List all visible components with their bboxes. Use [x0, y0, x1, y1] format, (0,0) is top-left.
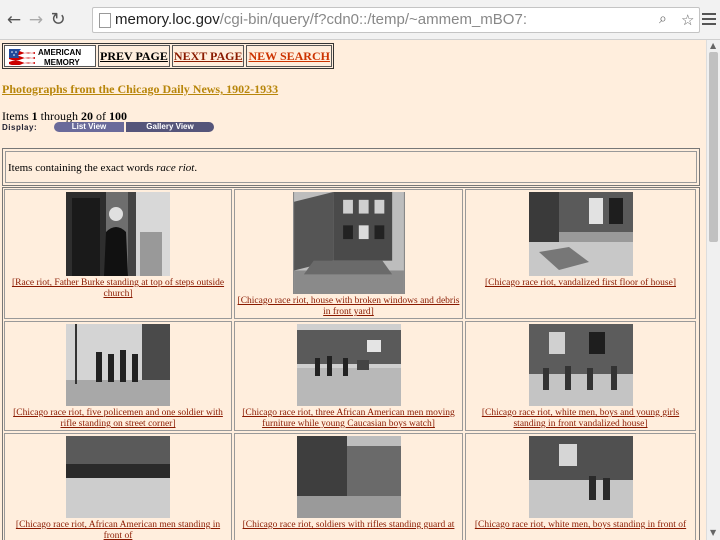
magnifier-icon[interactable]: ⌕ — [659, 11, 667, 27]
gallery-item: [Chicago race riot, white men, boys stan… — [465, 433, 696, 540]
next-page-button[interactable]: NEXT PAGE — [171, 45, 245, 67]
american-memory-logo[interactable]: AMERICAN MEMORY — [4, 45, 96, 67]
items-of: of — [93, 109, 110, 123]
list-view-button[interactable]: List View — [54, 122, 126, 132]
search-note: Items containing the exact words race ri… — [5, 151, 697, 183]
photo-thumbnail[interactable] — [292, 192, 405, 294]
photo-thumbnail[interactable] — [296, 324, 401, 406]
gallery-view-button[interactable]: Gallery View — [126, 122, 214, 132]
scroll-thumb[interactable] — [709, 52, 718, 242]
url-path: /cgi-bin/query/f?cdn0::/temp/~ammem_mBO7… — [219, 11, 527, 28]
hamburger-menu-icon[interactable] — [702, 10, 716, 30]
browser-toolbar: ← → ↻ memory.loc.gov/cgi-bin/query/f?cdn… — [0, 0, 720, 40]
next-page-label: NEXT PAGE — [173, 48, 243, 63]
address-bar[interactable]: memory.loc.gov/cgi-bin/query/f?cdn0::/te… — [92, 7, 700, 33]
items-total: 100 — [109, 109, 128, 123]
photo-caption-link[interactable]: [Chicago race riot, white men, boys and … — [466, 408, 695, 430]
prev-page-label: PREV PAGE — [100, 48, 168, 63]
photo-caption-link[interactable]: [Chicago race riot, soldiers with rifles… — [241, 520, 457, 531]
star-icon[interactable]: ☆ — [681, 11, 694, 29]
url-host: memory.loc.gov — [115, 11, 220, 28]
gallery-item: [Chicago race riot, vandalized first flo… — [465, 189, 696, 319]
display-toggle: Display: List View Gallery View — [2, 122, 214, 132]
gallery-item: [Chicago race riot, three African Americ… — [234, 321, 463, 431]
photo-thumbnail[interactable] — [528, 324, 633, 406]
gallery-grid: [Race riot, Father Burke standing at top… — [2, 187, 700, 540]
photo-caption-link[interactable]: [Chicago race riot, five policemen and o… — [5, 408, 231, 430]
gallery-row: [Chicago race riot, African American men… — [3, 432, 699, 540]
photo-caption-link[interactable]: [Chicago race riot, three African Americ… — [235, 408, 462, 430]
photo-thumbnail[interactable] — [66, 324, 170, 406]
vertical-scrollbar[interactable]: ▲ ▼ — [706, 40, 720, 540]
logo-line-1: AMERICAN — [38, 48, 82, 57]
reload-icon[interactable]: ↻ — [48, 9, 68, 31]
gallery-item: [Race riot, Father Burke standing at top… — [4, 189, 232, 319]
page-icon — [99, 13, 111, 28]
search-note-box: Items containing the exact words race ri… — [2, 148, 700, 186]
gallery-row: [Race riot, Father Burke standing at top… — [3, 188, 699, 320]
search-terms: race riot — [156, 162, 195, 174]
top-navigation: AMERICAN MEMORY PREV PAGE NEXT PAGE NEW … — [2, 43, 334, 69]
new-search-label: NEW SEARCH — [248, 48, 330, 63]
gallery-item: [Chicago race riot, five policemen and o… — [4, 321, 232, 431]
page-content: AMERICAN MEMORY PREV PAGE NEXT PAGE NEW … — [0, 40, 706, 540]
items-through: through — [37, 109, 82, 123]
gallery-item: [Chicago race riot, white men, boys and … — [465, 321, 696, 431]
gallery-item: [Chicago race riot, house with broken wi… — [234, 189, 463, 319]
items-end: 20 — [81, 109, 94, 123]
new-search-button[interactable]: NEW SEARCH — [246, 45, 332, 67]
search-note-suffix: . — [194, 162, 198, 174]
gallery-item: [Chicago race riot, soldiers with rifles… — [234, 433, 463, 540]
flag-icon — [9, 49, 35, 65]
arrow-left-icon[interactable]: ← — [4, 9, 24, 31]
photo-caption-link[interactable]: [Chicago race riot, white men, boys stan… — [473, 520, 688, 531]
photo-thumbnail[interactable] — [296, 436, 401, 518]
photo-thumbnail[interactable] — [528, 192, 633, 276]
photo-caption-link[interactable]: [Chicago race riot, African American men… — [5, 520, 231, 540]
arrow-right-icon[interactable]: → — [26, 9, 46, 31]
scroll-down-icon[interactable]: ▼ — [710, 528, 716, 537]
scroll-up-icon[interactable]: ▲ — [710, 41, 716, 50]
photo-thumbnail[interactable] — [528, 436, 633, 518]
gallery-row: [Chicago race riot, five policemen and o… — [3, 320, 699, 432]
logo-text: AMERICAN MEMORY — [38, 49, 81, 67]
search-note-prefix: Items containing the exact words — [8, 162, 157, 174]
photo-caption-link[interactable]: [Chicago race riot, vandalized first flo… — [483, 278, 678, 289]
display-label: Display: — [2, 122, 38, 132]
photo-caption-link[interactable]: [Race riot, Father Burke standing at top… — [5, 278, 231, 300]
photo-caption-link[interactable]: [Chicago race riot, house with broken wi… — [235, 296, 462, 318]
url-text[interactable]: memory.loc.gov/cgi-bin/query/f?cdn0::/te… — [115, 11, 635, 28]
gallery-item: [Chicago race riot, African American men… — [4, 433, 232, 540]
photo-thumbnail[interactable] — [66, 436, 170, 518]
logo-line-2: MEMORY — [44, 58, 80, 67]
items-prefix: Items — [2, 109, 32, 123]
prev-page-button[interactable]: PREV PAGE — [98, 45, 170, 67]
collection-title-link[interactable]: Photographs from the Chicago Daily News,… — [2, 82, 278, 97]
photo-thumbnail[interactable] — [66, 192, 170, 276]
